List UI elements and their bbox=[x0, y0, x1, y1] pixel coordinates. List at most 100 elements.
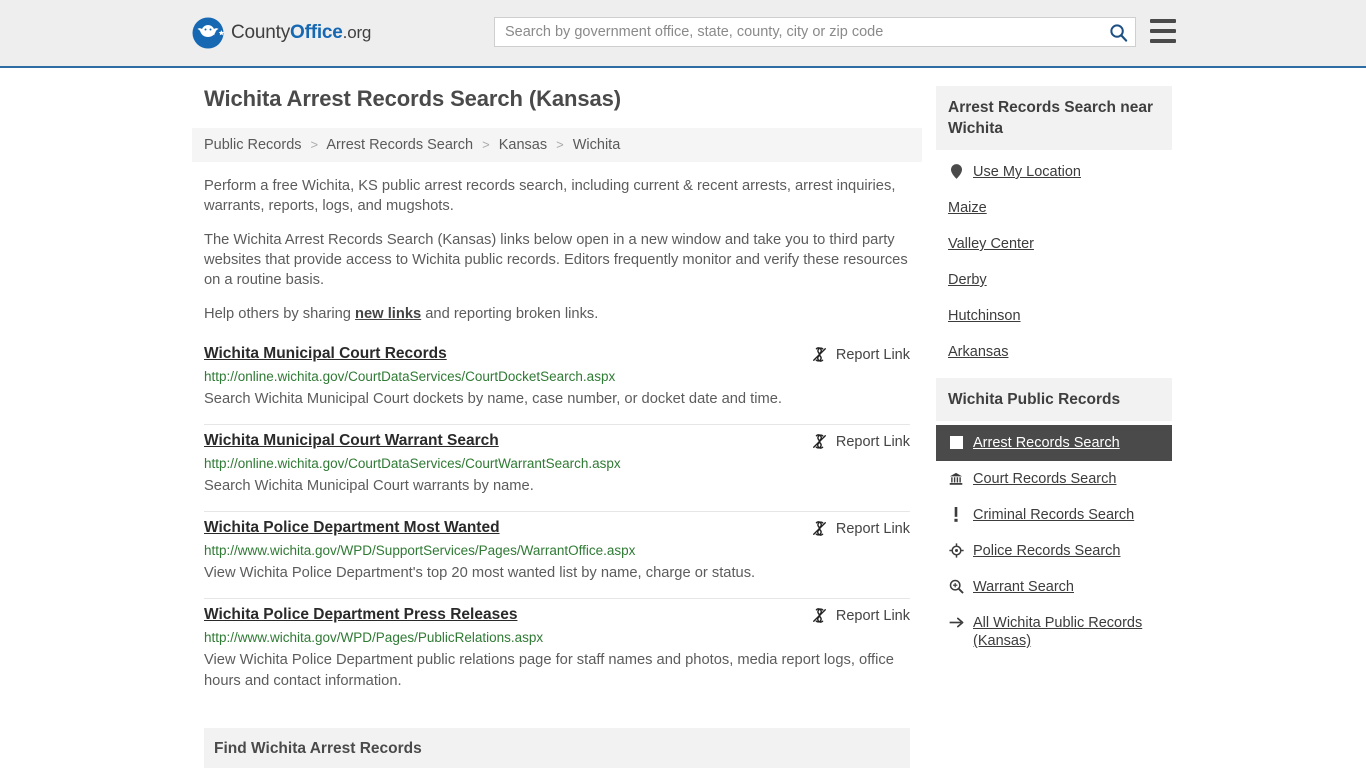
hamburger-bar-1 bbox=[1150, 19, 1176, 23]
result-description: View Wichita Police Department public re… bbox=[204, 652, 894, 689]
new-links-link[interactable]: new links bbox=[355, 306, 421, 322]
breadcrumb-separator: > bbox=[482, 137, 490, 152]
search-input[interactable] bbox=[495, 24, 1101, 40]
breadcrumb: Public Records > Arrest Records Search >… bbox=[192, 128, 922, 162]
report-link-label: Report Link bbox=[835, 433, 910, 450]
breadcrumb-separator: > bbox=[556, 137, 564, 152]
sidebar-item-label: Valley Center bbox=[948, 236, 1034, 252]
arrow-right-icon bbox=[948, 614, 964, 631]
search-icon bbox=[1109, 23, 1127, 42]
result-title-link[interactable]: Wichita Municipal Court Warrant Search bbox=[204, 432, 499, 450]
sidebar-item-criminal-records-search[interactable]: Criminal Records Search bbox=[936, 497, 1172, 533]
report-link-button[interactable]: Report Link bbox=[811, 606, 910, 624]
intro-paragraph-1: Perform a free Wichita, KS public arrest… bbox=[204, 178, 896, 214]
result-title-link[interactable]: Wichita Police Department Press Releases bbox=[204, 606, 517, 624]
exclamation-icon bbox=[948, 506, 964, 523]
broken-link-icon bbox=[812, 434, 826, 449]
nearby-records-box: Arrest Records Search near Wichita Use M… bbox=[936, 86, 1172, 370]
find-records-section-header: Find Wichita Arrest Records bbox=[204, 728, 910, 768]
result-url: http://online.wichita.gov/CourtDataServi… bbox=[204, 456, 621, 471]
sidebar-item-warrant-search[interactable]: Warrant Search bbox=[936, 569, 1172, 605]
intro-paragraph-2: The Wichita Arrest Records Search (Kansa… bbox=[204, 232, 908, 288]
search-bar[interactable] bbox=[494, 17, 1136, 47]
broken-link-icon bbox=[812, 521, 826, 536]
nearby-records-heading: Arrest Records Search near Wichita bbox=[936, 86, 1172, 150]
help-suffix-text: and reporting broken links. bbox=[421, 306, 599, 322]
result-item: Wichita Municipal Court Warrant Search R… bbox=[204, 425, 910, 512]
result-item: Wichita Police Department Press Releases… bbox=[204, 599, 910, 706]
results-list: Wichita Municipal Court Records Report L… bbox=[192, 338, 922, 706]
breadcrumb-item-kansas[interactable]: Kansas bbox=[499, 137, 547, 153]
brand-name-part2: Office bbox=[290, 22, 343, 43]
result-url: http://www.wichita.gov/WPD/Pages/PublicR… bbox=[204, 630, 544, 645]
magnifier-plus-icon bbox=[948, 578, 964, 595]
hamburger-menu-icon[interactable] bbox=[1150, 19, 1176, 43]
sidebar-item-police-records-search[interactable]: Police Records Search bbox=[936, 533, 1172, 569]
search-button[interactable] bbox=[1101, 18, 1135, 46]
sidebar-item-label: Hutchinson bbox=[948, 308, 1021, 324]
report-link-label: Report Link bbox=[835, 346, 910, 363]
handcuffs-icon bbox=[948, 434, 964, 451]
sidebar-item-label: All Wichita Public Records (Kansas) bbox=[973, 615, 1143, 649]
hamburger-bar-2 bbox=[1150, 29, 1176, 33]
report-link-button[interactable]: Report Link bbox=[811, 432, 910, 450]
public-records-list: Arrest Records Search Court Records Sear… bbox=[936, 421, 1172, 659]
public-records-box: Wichita Public Records Arrest Records Se… bbox=[936, 378, 1172, 659]
result-item: Wichita Police Department Most Wanted Re… bbox=[204, 512, 910, 599]
sidebar-item-label: Derby bbox=[948, 272, 987, 288]
breadcrumb-item-arrest-records-search[interactable]: Arrest Records Search bbox=[326, 137, 473, 153]
sidebar-item-label: Arkansas bbox=[948, 344, 1009, 360]
police-badge-icon bbox=[948, 542, 964, 559]
site-header: CountyOffice.org bbox=[0, 0, 1366, 68]
brand-name-part1: County bbox=[231, 22, 291, 43]
breadcrumb-item-wichita[interactable]: Wichita bbox=[573, 137, 621, 153]
result-url: http://www.wichita.gov/WPD/SupportServic… bbox=[204, 543, 636, 558]
sidebar-item-valley-center[interactable]: Valley Center bbox=[936, 226, 1172, 262]
page-title: Wichita Arrest Records Search (Kansas) bbox=[204, 86, 622, 111]
sidebar-item-derby[interactable]: Derby bbox=[936, 262, 1172, 298]
result-description: View Wichita Police Department's top 20 … bbox=[204, 565, 756, 581]
result-title-link[interactable]: Wichita Police Department Most Wanted bbox=[204, 519, 500, 537]
sidebar-item-maize[interactable]: Maize bbox=[936, 190, 1172, 226]
sidebar-item-arkansas[interactable]: Arkansas bbox=[936, 334, 1172, 370]
sidebar-item-label: Court Records Search bbox=[973, 471, 1117, 487]
brand-logo-link[interactable]: CountyOffice.org bbox=[192, 17, 371, 49]
main-content: Wichita Arrest Records Search (Kansas) P… bbox=[192, 86, 922, 768]
eagle-seal-logo-icon bbox=[192, 17, 224, 49]
sidebar-item-court-records-search[interactable]: Court Records Search bbox=[936, 461, 1172, 497]
breadcrumb-separator: > bbox=[310, 137, 319, 152]
page-body: Wichita Arrest Records Search (Kansas) P… bbox=[0, 68, 1366, 768]
sidebar-item-label: Arrest Records Search bbox=[973, 435, 1120, 451]
sidebar-item-use-my-location[interactable]: Use My Location bbox=[936, 154, 1172, 190]
sidebar-item-label: Criminal Records Search bbox=[973, 507, 1135, 523]
broken-link-icon bbox=[812, 608, 826, 623]
report-link-button[interactable]: Report Link bbox=[811, 345, 910, 363]
result-description: Search Wichita Municipal Court warrants … bbox=[204, 478, 534, 494]
sidebar-item-label: Maize bbox=[948, 200, 987, 216]
sidebar-item-hutchinson[interactable]: Hutchinson bbox=[936, 298, 1172, 334]
report-link-label: Report Link bbox=[835, 520, 910, 537]
nearby-records-list: Use My Location Maize Valley Center Derb… bbox=[936, 150, 1172, 370]
report-link-button[interactable]: Report Link bbox=[811, 519, 910, 537]
sidebar-item-label: Warrant Search bbox=[973, 579, 1074, 595]
intro-section: Perform a free Wichita, KS public arrest… bbox=[192, 176, 922, 324]
report-link-label: Report Link bbox=[835, 607, 910, 624]
public-records-heading: Wichita Public Records bbox=[936, 378, 1172, 421]
sidebar-item-label: Use My Location bbox=[973, 164, 1081, 180]
broken-link-icon bbox=[812, 347, 826, 362]
hamburger-bar-3 bbox=[1150, 39, 1176, 43]
courthouse-icon bbox=[948, 470, 964, 487]
brand-name-part3: .org bbox=[342, 23, 372, 42]
sidebar-item-all-wichita-public-records[interactable]: All Wichita Public Records (Kansas) bbox=[936, 605, 1172, 659]
help-prefix-text: Help others by sharing bbox=[204, 306, 356, 322]
breadcrumb-item-public-records[interactable]: Public Records bbox=[204, 137, 302, 153]
intro-paragraph-3: Help others by sharing new links and rep… bbox=[204, 304, 910, 324]
result-item: Wichita Municipal Court Records Report L… bbox=[204, 338, 910, 425]
map-pin-icon bbox=[948, 163, 964, 180]
result-title-link[interactable]: Wichita Municipal Court Records bbox=[204, 345, 447, 363]
brand-name: CountyOffice.org bbox=[231, 22, 371, 44]
result-url: http://online.wichita.gov/CourtDataServi… bbox=[204, 369, 616, 384]
sidebar: Arrest Records Search near Wichita Use M… bbox=[936, 86, 1172, 768]
sidebar-item-label: Police Records Search bbox=[973, 543, 1121, 559]
sidebar-item-arrest-records-search[interactable]: Arrest Records Search bbox=[936, 425, 1172, 461]
